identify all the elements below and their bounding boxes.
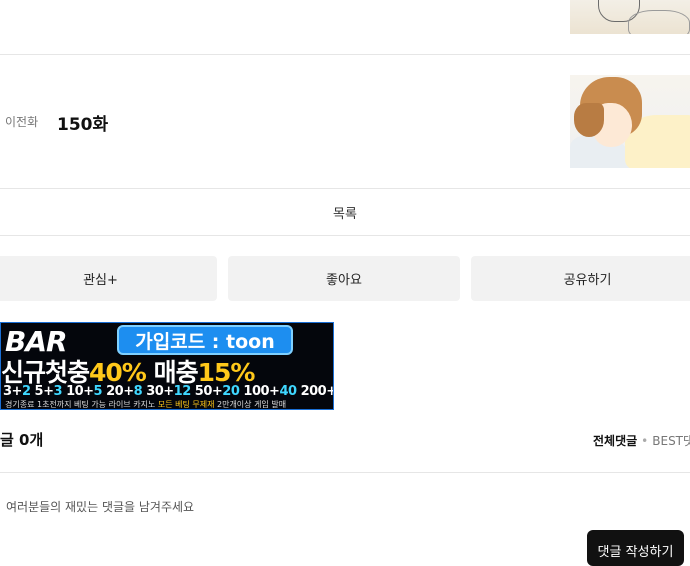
comment-count: 글 0개 xyxy=(0,431,44,449)
banner-bonus-table: 3+2 5+3 10+5 20+8 30+12 50+20 100+40 200… xyxy=(3,384,334,399)
bonus-base: 50+ xyxy=(194,384,223,399)
bonus-base: 200+ xyxy=(300,384,334,399)
bonus-base: 10+ xyxy=(66,384,94,399)
bookmark-button[interactable]: 관심+ xyxy=(0,256,217,301)
promo-first-charge: 신규첫충 xyxy=(1,358,90,387)
divider xyxy=(0,235,690,236)
share-button[interactable]: 공유하기 xyxy=(471,256,690,301)
promo-every-charge: 매충 xyxy=(153,358,199,387)
bonus-extra: 2 xyxy=(21,384,31,399)
comment-input[interactable]: 여러분들의 재밌는 댓글을 남겨주세요 xyxy=(0,473,690,533)
bonus-base: 30+ xyxy=(146,384,174,399)
bonus-extra: 12 xyxy=(173,384,192,399)
ad-banner[interactable]: BAR 가입코드 : toon 신규첫충40% 매충15% 3+2 5+3 10… xyxy=(0,322,334,410)
bonus-base: 3+ xyxy=(3,384,22,399)
sort-all-tab[interactable]: 전체댓글 xyxy=(593,434,637,448)
bonus-base: 20+ xyxy=(106,384,134,399)
bonus-extra: 20 xyxy=(222,384,240,399)
bonus-base: 5+ xyxy=(34,384,54,399)
comment-sort: 전체댓글 • BEST댓 xyxy=(593,432,690,449)
sort-best-tab[interactable]: BEST댓 xyxy=(652,434,690,448)
banner-signup-code: 가입코드 : toon xyxy=(117,325,293,355)
bonus-extra: 3 xyxy=(53,384,63,399)
fine-print-a: 경기종료 1초전까지 베팅 가능 라이브 카지노 xyxy=(5,400,156,409)
like-button[interactable]: 좋아요 xyxy=(228,256,460,301)
bonus-extra: 40 xyxy=(279,384,297,399)
promo-every-rate: 15% xyxy=(197,358,256,387)
submit-comment-button[interactable]: 댓글 작성하기 xyxy=(587,530,684,566)
next-episode-thumbnail[interactable] xyxy=(570,0,690,34)
sketch-line xyxy=(628,10,690,34)
bonus-base: 100+ xyxy=(243,384,280,399)
thumb-hair-side xyxy=(574,103,604,137)
prev-episode-title[interactable]: 150화 xyxy=(57,110,108,135)
promo-first-rate: 40% xyxy=(89,358,147,387)
bonus-extra: 5 xyxy=(93,384,103,399)
divider xyxy=(0,54,690,55)
fine-print-b: 모든 베팅 무제재 xyxy=(157,400,215,409)
sort-separator: • xyxy=(641,434,649,448)
prev-episode-label: 이전화 xyxy=(5,115,39,129)
bonus-extra: 8 xyxy=(133,384,143,399)
prev-episode-thumbnail[interactable] xyxy=(570,75,690,168)
fine-print-c: 2만개이상 게임 발매 xyxy=(217,400,287,409)
list-button[interactable]: 목록 xyxy=(0,189,690,235)
banner-fine-print: 경기종료 1초전까지 베팅 가능 라이브 카지노 모든 베팅 무제재 2만개이상… xyxy=(5,399,287,409)
